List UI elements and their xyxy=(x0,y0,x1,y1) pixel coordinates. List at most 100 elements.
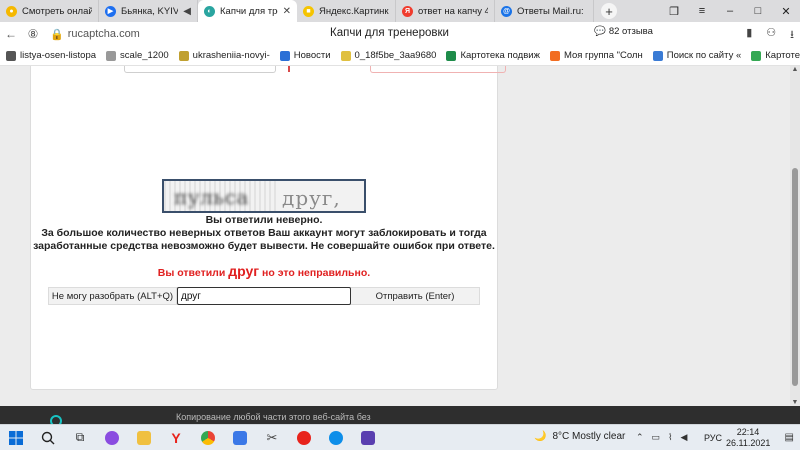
task-view-icon[interactable]: ⧉ xyxy=(64,425,96,450)
mail-icon[interactable] xyxy=(224,425,256,450)
scroll-down-icon[interactable]: ▼ xyxy=(790,399,800,406)
search-icon[interactable] xyxy=(32,425,64,450)
bookmark-item[interactable]: Картотека подвиж xyxy=(446,50,540,61)
close-tab-icon[interactable]: ✕ xyxy=(283,6,291,17)
teamviewer-icon[interactable] xyxy=(320,425,352,450)
reviews-icon: 💬 xyxy=(594,26,606,37)
minimize-icon[interactable]: – xyxy=(716,5,744,17)
battery-icon[interactable]: ▭ xyxy=(652,432,661,443)
tab-2[interactable]: ◐ Капчи для трене ✕ xyxy=(198,0,297,22)
error-heading: Вы ответили неверно. xyxy=(205,214,323,226)
tab-favicon: ▶ xyxy=(105,5,116,17)
tab-label: Капчи для трене xyxy=(220,5,278,17)
page-scrollbar[interactable]: ▲ ▼ xyxy=(790,66,800,406)
captcha-clear-word: друг, xyxy=(282,186,341,210)
bookmark-label: Поиск по сайту « xyxy=(666,50,742,61)
notifications-icon[interactable]: ▤ xyxy=(785,432,794,443)
media-app-icon[interactable] xyxy=(352,425,384,450)
skip-button[interactable]: Не могу разобрать (ALT+Q) xyxy=(49,288,177,304)
bookmark-item[interactable]: Картотека д xyxy=(751,50,800,61)
bookmark-item[interactable]: scale_1200 xyxy=(106,50,169,61)
maximize-icon[interactable]: □ xyxy=(744,5,772,17)
answer-form: Не могу разобрать (ALT+Q) Отправить (Ent… xyxy=(48,287,480,305)
answer-input[interactable] xyxy=(177,287,351,305)
page-title: Капчи для тренеровки xyxy=(330,27,449,39)
bookmark-favicon xyxy=(751,50,762,61)
wrong-word: друг xyxy=(228,263,260,279)
network-icon[interactable]: ⌇ xyxy=(668,432,672,443)
weather-widget[interactable]: 🌙 8°C Mostly clear xyxy=(534,431,625,442)
clock[interactable]: 22:14 26.11.2021 xyxy=(726,427,770,449)
close-window-icon[interactable]: ✕ xyxy=(772,5,800,18)
tray-chevron-icon[interactable]: ⌃ xyxy=(636,432,644,443)
bookmark-label: Новости xyxy=(293,50,331,61)
bookmark-favicon xyxy=(178,50,189,61)
yandex-protect-icon[interactable]: ⑧ xyxy=(22,27,44,41)
tab-1[interactable]: ▶ Бьянка, KYIVSTO ◀ xyxy=(99,0,198,22)
extension-icon[interactable]: ⚇ xyxy=(766,26,776,45)
wrong-prefix: Вы ответили xyxy=(157,267,226,279)
tab-favicon: Я xyxy=(402,5,413,17)
bookmark-icon[interactable]: ▮ xyxy=(746,26,752,45)
scroll-up-icon[interactable]: ▲ xyxy=(790,66,800,73)
tab-favicon: ● xyxy=(6,5,17,17)
tab-label: Бьянка, KYIVSTO xyxy=(121,5,178,17)
plus-icon: + xyxy=(601,3,617,19)
windows-start-icon[interactable] xyxy=(0,425,32,450)
tab-3[interactable]: ■ Яндекс.Картинки: п xyxy=(297,0,396,22)
tab-5[interactable]: @ Ответы Mail.ru: По xyxy=(495,0,594,22)
tab-manager-icon[interactable]: ❐ xyxy=(660,5,688,18)
back-icon[interactable]: ← xyxy=(0,27,22,41)
previous-error-fragment xyxy=(370,66,506,73)
url-field[interactable]: 🔒 rucaptcha.com xyxy=(50,28,140,41)
tab-0[interactable]: ● Смотреть онлайн с xyxy=(0,0,99,22)
send-button[interactable]: Отправить (Enter) xyxy=(351,288,479,304)
warning-line-2: заработанные средства невозможно будет в… xyxy=(33,240,495,252)
red-marker xyxy=(288,66,290,72)
clock-time: 22:14 xyxy=(736,427,760,437)
yandex-icon[interactable] xyxy=(288,425,320,450)
tab-label: Яндекс.Картинки: п xyxy=(319,5,389,17)
site-footer: Копирование любой части этого веб-сайта … xyxy=(0,406,800,427)
menu-icon[interactable]: ≡ xyxy=(688,5,716,17)
moon-icon: 🌙 xyxy=(534,431,547,442)
tab-label: Ответы Mail.ru: По xyxy=(517,5,587,17)
tab-strip: ● Смотреть онлайн с ▶ Бьянка, KYIVSTO ◀ … xyxy=(0,0,800,22)
domain-label: rucaptcha.com xyxy=(67,28,140,40)
reviews-badge[interactable]: 💬 82 отзыва xyxy=(594,26,653,37)
download-icon[interactable]: ⭳ xyxy=(790,26,794,45)
bookmark-item[interactable]: 0_18f5be_3aa9680 xyxy=(340,50,437,61)
lock-icon: 🔒 xyxy=(50,28,64,41)
volume-icon[interactable]: ◀ xyxy=(680,432,687,443)
bookmark-label: Картотека подвиж xyxy=(460,50,540,61)
previous-field-fragment xyxy=(124,66,276,73)
window-controls: ❐ ≡ – □ ✕ xyxy=(660,0,800,22)
bookmark-item[interactable]: ukrasheniia-novyi- xyxy=(178,50,270,61)
warning-line-1: За большое количество неверных ответов В… xyxy=(41,227,487,239)
alice-icon[interactable] xyxy=(96,425,128,450)
reviews-label: 82 отзыва xyxy=(608,26,653,37)
bookmark-favicon xyxy=(549,50,560,61)
chrome-icon[interactable] xyxy=(192,425,224,450)
file-explorer-icon[interactable] xyxy=(128,425,160,450)
captcha-blurred-word: пульса xyxy=(174,185,249,209)
speaker-icon[interactable]: ◀ xyxy=(183,6,191,17)
language-indicator[interactable]: РУС xyxy=(704,433,722,443)
footer-text: Копирование любой части этого веб-сайта … xyxy=(176,412,371,422)
bookmark-favicon xyxy=(279,50,290,61)
yandex-browser-icon[interactable]: Y xyxy=(160,425,192,450)
bookmark-item[interactable]: Поиск по сайту « xyxy=(652,50,742,61)
address-actions: ▮ ⚇ ⭳ xyxy=(746,26,794,45)
new-tab-button[interactable]: + xyxy=(598,0,620,22)
settings-icon[interactable]: ✂ xyxy=(256,425,288,450)
bookmark-label: 0_18f5be_3aa9680 xyxy=(354,50,437,61)
scroll-thumb[interactable] xyxy=(792,168,798,386)
bookmark-item[interactable]: Моя группа "Солн xyxy=(549,50,643,61)
tab-4[interactable]: Я ответ на капчу 43 с xyxy=(396,0,495,22)
tab-favicon: ■ xyxy=(303,5,314,17)
bookmark-item[interactable]: listya-osen-listopa xyxy=(6,50,96,61)
page-content: пульса друг, Вы ответили неверно. За бол… xyxy=(0,66,790,406)
bookmark-label: scale_1200 xyxy=(120,50,169,61)
bookmark-label: Картотека д xyxy=(765,50,800,61)
bookmark-item[interactable]: Новости xyxy=(279,50,331,61)
